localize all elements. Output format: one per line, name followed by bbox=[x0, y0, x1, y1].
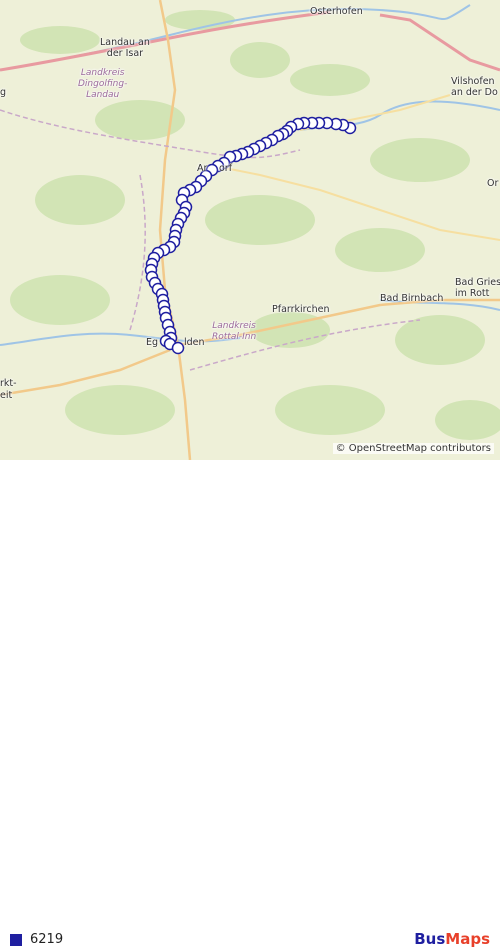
brand-part-maps: Maps bbox=[445, 930, 490, 948]
district-label-rottal-inn: Landkreis Rottal-Inn bbox=[212, 321, 257, 342]
busmaps-logo[interactable]: BusMaps bbox=[414, 930, 490, 948]
map-attribution[interactable]: © OpenStreetMap contributors bbox=[332, 443, 494, 454]
legend-color-swatch bbox=[10, 934, 22, 946]
place-label-vilshofen: Vilshofen an der Do bbox=[451, 76, 498, 98]
footer: 6219 BusMaps bbox=[0, 460, 500, 948]
place-label-markt-bottom: eit bbox=[0, 390, 13, 401]
place-label-pfarrkirchen: Pfarrkirchen bbox=[272, 304, 330, 315]
map-view[interactable]: Osterhofen Landau an der Isar Landkreis … bbox=[0, 0, 500, 460]
district-label-dingolfing-landau: Landkreis Dingolfing- Landau bbox=[78, 68, 128, 100]
place-label-arnstorf-left: Ar bbox=[197, 163, 208, 174]
place-label-bad-birnbach: Bad Birnbach bbox=[380, 293, 444, 304]
place-label-arnstorf-right: orf bbox=[219, 163, 233, 174]
route-stop-marker[interactable] bbox=[171, 341, 185, 355]
place-label-eggenfelden-right: lden bbox=[184, 337, 205, 348]
place-label-bad-griesbach: Bad Gries im Rott bbox=[455, 277, 500, 299]
place-label-landau: Landau an der Isar bbox=[100, 37, 150, 59]
place-label-markt-top: rkt- bbox=[0, 378, 17, 389]
place-label-or: Or bbox=[487, 178, 499, 189]
brand-part-bus: Bus bbox=[414, 930, 446, 948]
place-label-g: g bbox=[0, 87, 7, 98]
map-base bbox=[0, 0, 500, 460]
place-label-eggenfelden-left: Eg bbox=[146, 337, 159, 348]
legend-route-name: 6219 bbox=[30, 932, 64, 947]
place-label-osterhofen: Osterhofen bbox=[310, 6, 363, 17]
